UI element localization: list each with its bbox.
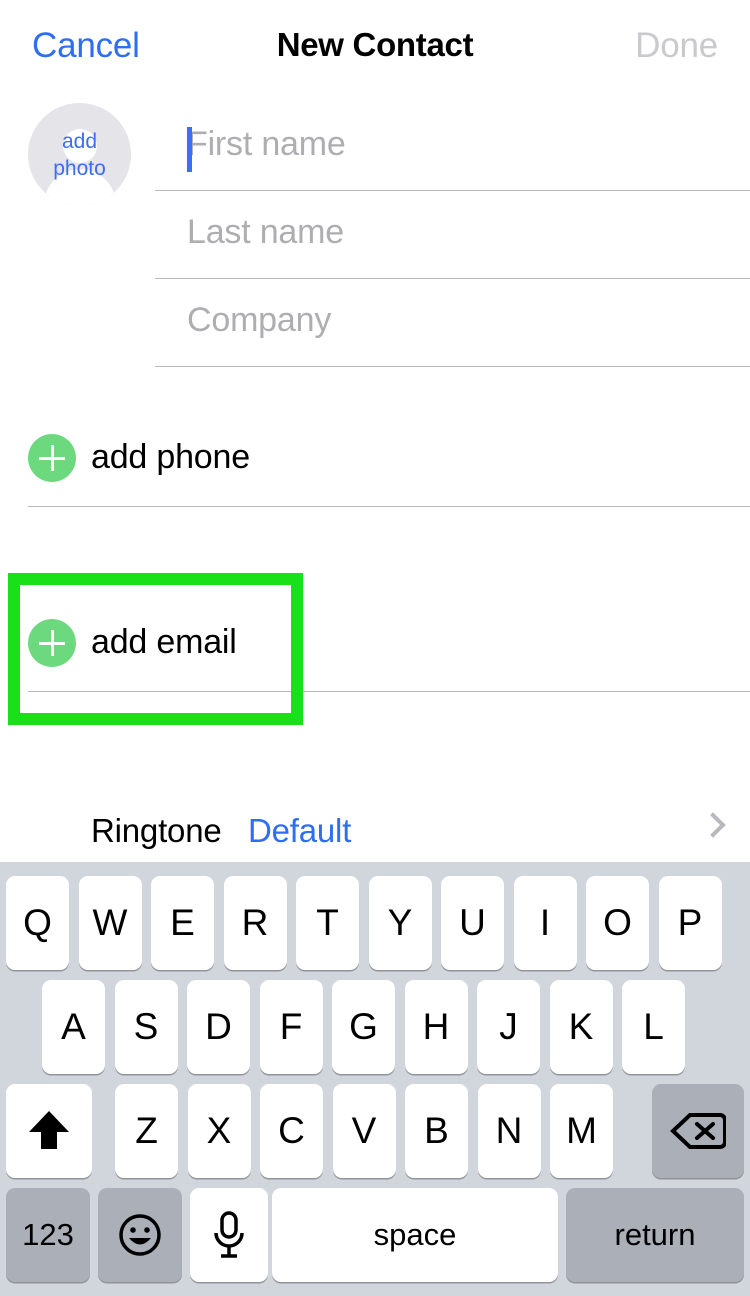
key-j-label: J — [499, 1006, 518, 1047]
add-email-label: add email — [91, 623, 237, 661]
add-photo-line2: photo — [53, 156, 106, 180]
key-g[interactable]: G — [332, 980, 395, 1074]
first-name-field[interactable]: First name — [155, 103, 750, 191]
key-p-label: P — [677, 902, 703, 943]
key-m-label: M — [566, 1110, 597, 1151]
space-key[interactable]: space — [272, 1188, 558, 1282]
key-o[interactable]: O — [586, 876, 649, 970]
key-x[interactable]: X — [187, 1084, 251, 1178]
key-n-label: N — [495, 1110, 523, 1151]
navigation-bar: Cancel New Contact Done — [0, 0, 750, 92]
key-d-label: D — [205, 1006, 232, 1047]
keyboard-row-1: QW E R T Y U I O P — [0, 876, 750, 970]
key-r-label: R — [241, 902, 269, 943]
key-w-label: W — [92, 902, 128, 943]
dictation-icon[interactable] — [190, 1188, 268, 1282]
key-u-label: U — [459, 902, 486, 943]
key-e-label: E — [170, 902, 195, 943]
keyboard: QW E R T Y U I O P A S D F G H J K L Z X C V B N M 123 space ret… — [0, 862, 750, 1296]
key-c-label: C — [278, 1110, 305, 1151]
key-t-label: T — [316, 902, 339, 943]
key-m[interactable]: M — [550, 1084, 613, 1178]
key-b[interactable]: B — [405, 1084, 468, 1178]
plus-icon[interactable] — [28, 619, 76, 667]
add-photo-button[interactable]: add photo — [28, 103, 131, 206]
add-email-divider — [28, 691, 750, 692]
return-key[interactable]: return — [566, 1188, 744, 1282]
key-d[interactable]: D — [187, 980, 250, 1074]
key-q[interactable]: Q — [6, 876, 69, 970]
key-s[interactable]: S — [114, 980, 178, 1074]
key-i-label: I — [539, 902, 551, 943]
microphone-glyph — [214, 1211, 244, 1258]
space-key-label: space — [373, 1217, 457, 1252]
key-h[interactable]: H — [404, 980, 468, 1074]
backspace-glyph — [670, 1113, 726, 1149]
key-g-label: G — [349, 1006, 378, 1047]
key-c[interactable]: C — [260, 1084, 323, 1178]
first-name-placeholder: First name — [187, 125, 346, 163]
key-r[interactable]: R — [223, 876, 287, 970]
emoji-icon[interactable] — [98, 1188, 182, 1282]
key-b-label: B — [424, 1110, 449, 1151]
numeric-keyboard-button[interactable]: 123 — [6, 1188, 90, 1282]
key-v[interactable]: V — [332, 1084, 396, 1178]
key-f-label: F — [279, 1006, 303, 1047]
key-f[interactable]: F — [259, 980, 323, 1074]
key-w[interactable]: W — [78, 876, 142, 970]
done-button[interactable]: Done — [635, 26, 718, 66]
plus-icon[interactable] — [28, 434, 76, 482]
key-s-label: S — [133, 1006, 159, 1047]
key-l-label: L — [643, 1006, 664, 1047]
numeric-keyboard-button-label: 123 — [22, 1217, 74, 1252]
key-y[interactable]: Y — [368, 876, 432, 970]
key-y-label: Y — [387, 902, 413, 943]
add-phone-divider — [28, 506, 750, 507]
return-key-label: return — [614, 1217, 696, 1252]
key-q-label: Q — [23, 902, 52, 943]
shift-arrow-glyph — [29, 1111, 69, 1151]
add-phone-row[interactable]: add phone — [0, 418, 750, 506]
ringtone-value[interactable]: Default — [248, 812, 351, 850]
key-x-label: X — [206, 1110, 232, 1151]
text-cursor — [187, 127, 192, 172]
key-a[interactable]: A — [42, 980, 105, 1074]
company-placeholder: Company — [187, 301, 332, 339]
add-photo-line1: add — [61, 129, 98, 153]
key-a-label: A — [61, 1006, 86, 1047]
key-z[interactable]: Z — [115, 1084, 178, 1178]
key-z-label: Z — [135, 1110, 158, 1151]
add-photo-label: add photo — [28, 103, 131, 206]
key-k-label: K — [568, 1006, 594, 1047]
key-i[interactable]: I — [513, 876, 577, 970]
keyboard-row-3: ZXCVBNM — [0, 1084, 750, 1178]
chevron-right-icon — [700, 812, 726, 838]
key-o-label: O — [603, 902, 632, 943]
keyboard-row-4: 123 space return — [0, 1188, 750, 1282]
key-v-label: V — [351, 1110, 377, 1151]
key-e[interactable]: E — [151, 876, 214, 970]
emoji-glyph — [119, 1214, 161, 1256]
key-u[interactable]: U — [441, 876, 504, 970]
key-l[interactable]: L — [622, 980, 685, 1074]
last-name-field[interactable]: Last name — [155, 191, 750, 279]
ringtone-label: Ringtone — [91, 812, 222, 849]
backspace-icon[interactable] — [652, 1084, 744, 1178]
key-k[interactable]: K — [549, 980, 613, 1074]
keyboard-row-2: ASDFGHJKL — [0, 980, 750, 1074]
add-email-row[interactable]: add email — [0, 603, 750, 691]
add-phone-label: add phone — [91, 438, 250, 476]
shift-icon[interactable] — [6, 1084, 92, 1178]
key-h-label: H — [422, 1006, 450, 1047]
new-contact-screen: Cancel New Contact Done add photo First … — [0, 0, 750, 1296]
key-t[interactable]: T — [296, 876, 359, 970]
key-p[interactable]: P — [658, 876, 722, 970]
key-j[interactable]: J — [477, 980, 540, 1074]
key-n[interactable]: N — [477, 1084, 541, 1178]
field-divider — [155, 366, 750, 367]
company-field[interactable]: Company — [155, 279, 750, 367]
last-name-placeholder: Last name — [187, 213, 344, 251]
ringtone-row[interactable]: Ringtone Default — [0, 800, 750, 862]
